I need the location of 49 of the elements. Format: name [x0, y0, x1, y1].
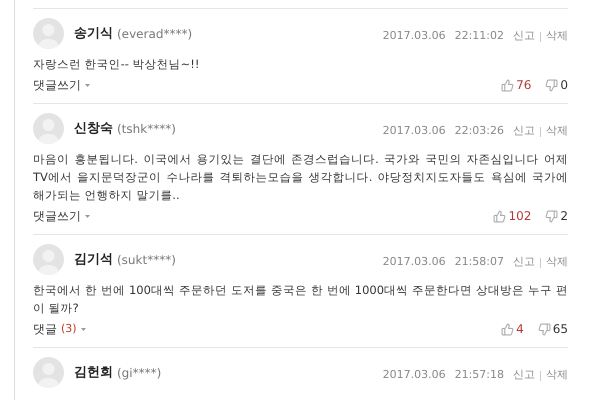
- delete-link[interactable]: 삭제: [546, 28, 568, 45]
- report-link[interactable]: 신고: [513, 254, 535, 271]
- like-button[interactable]: 102: [493, 207, 532, 225]
- thumbs-down-icon: [538, 322, 551, 336]
- dislike-button[interactable]: 0: [545, 76, 568, 94]
- avatar-icon: [33, 357, 64, 388]
- thumbs-down-icon: [545, 78, 558, 92]
- reply-button[interactable]: 댓글쓰기: [33, 76, 90, 94]
- report-link[interactable]: 신고: [513, 367, 535, 384]
- author-name: 송기식: [74, 24, 113, 43]
- reply-button[interactable]: 댓글쓰기: [33, 207, 90, 225]
- thumbs-down-icon: [545, 210, 558, 222]
- comment-date: 2017.03.06: [382, 367, 446, 384]
- dislike-button[interactable]: 2: [545, 207, 568, 225]
- dislike-button[interactable]: 65: [538, 320, 568, 338]
- thumbs-up-icon: [501, 78, 514, 92]
- user-id: (gi****): [117, 364, 162, 382]
- comment-date: 2017.03.06: [382, 254, 446, 270]
- user-id: (sukt****): [117, 252, 176, 268]
- author-name: 김헌회: [74, 364, 113, 382]
- user-id: (everad****): [117, 26, 192, 42]
- like-button[interactable]: 4: [501, 320, 524, 338]
- report-link[interactable]: 신고: [513, 123, 535, 140]
- report-link[interactable]: 신고: [513, 28, 535, 45]
- reply-button[interactable]: 댓글 (3): [33, 320, 86, 338]
- caret-icon: [85, 214, 90, 218]
- avatar-icon: [33, 113, 64, 144]
- caret-icon: [80, 328, 86, 330]
- thumbs-up-icon: [501, 322, 514, 336]
- delete-link[interactable]: 삭제: [546, 367, 568, 384]
- comment-time: 22:11:02: [454, 28, 504, 44]
- avatar-icon: [33, 18, 64, 49]
- like-button[interactable]: 76: [501, 76, 532, 94]
- comment-text: 마음이 흥분됩니다. 이국에서 용기있는 결단에 존경스럽습니다. 국가와 국민의 자존심입니다 어제 TV에서 을지문덕장군이 수나라를 격퇴하는모습을 생각합니다. 야당정치지도자들도 욕심에 국가에 해가되는 언행하지 말기를..: [33, 151, 568, 204]
- avatar-icon: [33, 244, 64, 275]
- delete-link[interactable]: 삭제: [546, 254, 568, 271]
- thumbs-up-icon: [493, 210, 506, 222]
- comment-time: 21:58:07: [454, 254, 504, 270]
- comment-date: 2017.03.06: [382, 123, 446, 140]
- delete-link[interactable]: 삭제: [546, 123, 568, 140]
- comment-text: 한국에서 한 번에 100대씩 주문하던 도저를 중국은 한 번에 1000대씩 주문한다면 상대방은 누구 편이 될까?: [33, 282, 568, 317]
- comment-time: 22:03:26: [454, 123, 504, 140]
- comment-time: 21:57:18: [454, 367, 504, 384]
- comment-text: 자랑스런 한국인-- 박상천님~!!: [33, 56, 200, 73]
- author-name: 김기석: [74, 250, 113, 269]
- user-id: (tshk****): [117, 120, 176, 138]
- caret-icon: [85, 84, 90, 86]
- comment-date: 2017.03.06: [382, 28, 446, 44]
- author-name: 신창숙: [74, 120, 113, 138]
